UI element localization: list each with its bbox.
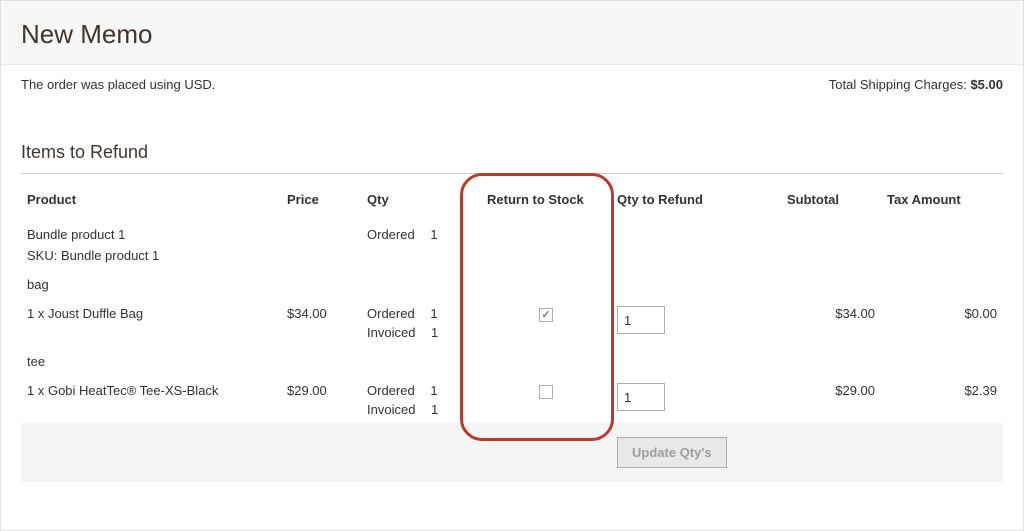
qty-invoiced-value: 1 <box>431 325 438 340</box>
qty-ordered-value: 1 <box>430 383 437 398</box>
items-to-refund-title: Items to Refund <box>21 142 1003 174</box>
qty-invoiced-label: Invoiced <box>367 402 415 417</box>
return-to-stock-checkbox[interactable]: ✓ <box>539 308 553 322</box>
line-tax: $0.00 <box>881 298 1003 346</box>
page-header: New Memo <box>1 1 1023 65</box>
qty-ordered-label: Ordered <box>367 306 415 321</box>
update-qtys-button[interactable]: Update Qty's <box>617 437 727 468</box>
order-currency-note: The order was placed using USD. <box>21 77 215 92</box>
shipping-charges: Total Shipping Charges: $5.00 <box>829 77 1003 92</box>
col-subtotal: Subtotal <box>781 174 881 219</box>
qty-ordered-label: Ordered <box>367 227 415 242</box>
line-tax: $2.39 <box>881 375 1003 423</box>
col-qty-to-refund: Qty to Refund <box>611 174 781 219</box>
page-title: New Memo <box>21 19 1003 50</box>
qty-to-refund-input[interactable] <box>617 306 665 334</box>
col-qty: Qty <box>361 174 481 219</box>
line-row: 1 x Gobi HeatTec® Tee-XS-Black $29.00 Or… <box>21 375 1003 423</box>
line-price: $34.00 <box>281 298 361 346</box>
col-tax-amount: Tax Amount <box>881 174 1003 219</box>
line-name: 1 x Gobi HeatTec® Tee-XS-Black <box>21 375 281 423</box>
qty-to-refund-input[interactable] <box>617 383 665 411</box>
line-subtotal: $34.00 <box>781 298 881 346</box>
sku-label: SKU: <box>27 248 57 263</box>
return-to-stock-checkbox[interactable] <box>539 385 553 399</box>
group-row-bag: bag <box>21 269 1003 298</box>
qty-invoiced-label: Invoiced <box>367 325 415 340</box>
group-row-tee: tee <box>21 346 1003 375</box>
line-price: $29.00 <box>281 375 361 423</box>
bundle-row: Bundle product 1 SKU: Bundle product 1 O… <box>21 219 1003 269</box>
sku-value: Bundle product 1 <box>61 248 159 263</box>
col-return-to-stock: Return to Stock <box>481 174 611 219</box>
qty-ordered-label: Ordered <box>367 383 415 398</box>
group-label-bag: bag <box>21 269 1003 298</box>
qty-ordered-value: 1 <box>430 306 437 321</box>
group-label-tee: tee <box>21 346 1003 375</box>
col-product: Product <box>21 174 281 219</box>
shipping-label: Total Shipping Charges: <box>829 77 967 92</box>
shipping-amount: $5.00 <box>970 77 1003 92</box>
line-subtotal: $29.00 <box>781 375 881 423</box>
line-name: 1 x Joust Duffle Bag <box>21 298 281 346</box>
col-price: Price <box>281 174 361 219</box>
refund-items-table: Product Price Qty Return to Stock Qty to… <box>21 174 1003 482</box>
line-row: 1 x Joust Duffle Bag $34.00 Ordered 1 In… <box>21 298 1003 346</box>
qty-ordered-value: 1 <box>430 227 437 242</box>
qty-invoiced-value: 1 <box>431 402 438 417</box>
bundle-name: Bundle product 1 <box>27 227 275 242</box>
table-footer-row: Update Qty's <box>21 423 1003 482</box>
